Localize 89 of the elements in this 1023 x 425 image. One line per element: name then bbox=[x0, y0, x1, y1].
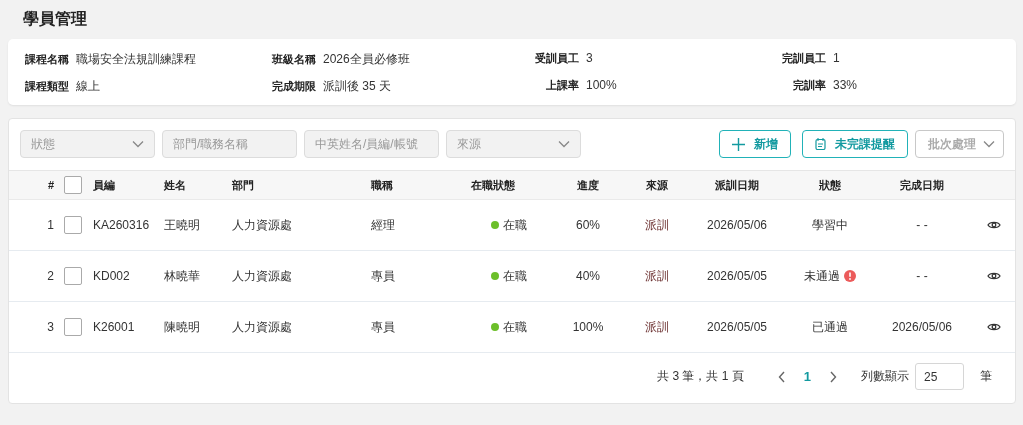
table-cell-text: 2026/05/06 bbox=[705, 218, 769, 232]
table-cell-text: 2026/05/05 bbox=[705, 320, 769, 334]
eye-icon[interactable] bbox=[987, 271, 1001, 281]
page-size-unit: 筆 bbox=[980, 368, 992, 385]
add-button[interactable]: 新增 bbox=[719, 130, 791, 158]
row-checkbox[interactable] bbox=[64, 216, 82, 234]
info-value: 3 bbox=[586, 51, 593, 65]
info-label: 課程名稱 bbox=[25, 52, 69, 67]
eye-icon[interactable] bbox=[987, 322, 1001, 332]
caret-icon bbox=[983, 140, 995, 148]
table-cell-text: - - bbox=[915, 269, 929, 283]
caret-icon bbox=[132, 140, 144, 148]
table-cell-text: 人力資源處 bbox=[232, 216, 293, 234]
table-cell-text: 專員 bbox=[371, 267, 396, 285]
previous-page-icon[interactable] bbox=[777, 370, 786, 383]
table-cell: 在職 bbox=[502, 216, 527, 234]
table-cell-text: 2026/05/06 bbox=[890, 320, 954, 334]
info-value: 2026全員必修班 bbox=[323, 51, 410, 68]
table-cell: 在職 bbox=[502, 267, 527, 285]
table-cell-text: 林曉華 bbox=[164, 267, 201, 285]
next-page-icon[interactable] bbox=[829, 370, 837, 383]
info-label: 完訓員工 bbox=[781, 51, 826, 66]
table-cell-text: 王曉明 bbox=[164, 216, 201, 234]
select-all-checkbox[interactable] bbox=[64, 176, 82, 194]
column-header: 派訓日期 bbox=[714, 177, 760, 193]
table-cell-text: 60% bbox=[575, 218, 601, 232]
info-label: 上課率 bbox=[545, 78, 579, 93]
table-cell: 學習中 bbox=[812, 216, 848, 234]
table-cell: 在職 bbox=[502, 318, 527, 336]
page-size-field[interactable]: 25 bbox=[915, 363, 964, 390]
pagination-summary: 共 3 筆，共 1 頁 bbox=[657, 368, 744, 385]
table-cell-text: 專員 bbox=[371, 318, 396, 336]
column-header: 職稱 bbox=[371, 177, 394, 193]
eye-icon[interactable] bbox=[987, 220, 1001, 230]
table-cell-text: 陳曉明 bbox=[164, 318, 201, 336]
info-label: 班級名稱 bbox=[272, 52, 316, 67]
filter-dropdown[interactable]: 狀態 bbox=[20, 130, 155, 158]
table-cell-text: 派訓 bbox=[644, 216, 670, 234]
info-label: 受訓員工 bbox=[534, 51, 579, 66]
table-cell-text: KA260316 bbox=[93, 218, 151, 232]
table-cell-text: KD002 bbox=[93, 269, 131, 283]
page-size-label: 列數顯示 bbox=[861, 368, 909, 385]
table-cell-text: K26001 bbox=[93, 320, 136, 334]
status-dot bbox=[490, 221, 499, 229]
table-cell: 已通過 bbox=[812, 318, 848, 336]
page-title: 學員管理 bbox=[23, 9, 87, 29]
info-label: 課程類型 bbox=[25, 79, 69, 94]
table-cell-text: 40% bbox=[575, 269, 601, 283]
info-value: 線上 bbox=[76, 78, 100, 95]
row-number: 3 bbox=[46, 320, 55, 334]
column-header: 進度 bbox=[576, 177, 600, 193]
row-checkbox[interactable] bbox=[64, 318, 82, 336]
status-dot bbox=[490, 323, 499, 331]
plus-icon bbox=[732, 137, 745, 151]
info-value: 派訓後 35 天 bbox=[323, 78, 391, 95]
table-cell-text: 2026/05/05 bbox=[705, 269, 769, 283]
table-cell-text: 經理 bbox=[371, 216, 396, 234]
caret-icon bbox=[558, 140, 570, 148]
table-cell-text: 人力資源處 bbox=[232, 267, 293, 285]
column-header: 姓名 bbox=[164, 177, 187, 193]
info-value: 1 bbox=[833, 51, 840, 65]
table-cell-text: 100% bbox=[571, 320, 605, 334]
column-header: 完成日期 bbox=[899, 177, 945, 193]
notepad-icon bbox=[815, 138, 826, 150]
info-value: 100% bbox=[586, 78, 617, 92]
info-label: 完訓率 bbox=[792, 78, 826, 93]
status-dot bbox=[490, 272, 499, 280]
column-header: # bbox=[46, 179, 55, 191]
row-number: 2 bbox=[46, 269, 55, 283]
row-number: 1 bbox=[46, 218, 55, 232]
reminder-button[interactable]: 未完課提醒 bbox=[802, 130, 908, 158]
info-value: 33% bbox=[833, 78, 858, 92]
table-cell: 未通過 bbox=[804, 267, 840, 285]
info-label: 完成期限 bbox=[272, 79, 316, 94]
column-header: 狀態 bbox=[818, 177, 842, 193]
table-cell-text: 派訓 bbox=[644, 267, 670, 285]
table-cell-text: 派訓 bbox=[644, 318, 670, 336]
filter-field[interactable]: 中英姓名/員編/帳號 bbox=[304, 130, 439, 158]
table-cell-text: - - bbox=[915, 218, 929, 232]
column-header: 員編 bbox=[93, 177, 116, 193]
row-checkbox[interactable] bbox=[64, 267, 82, 285]
filter-dropdown[interactable]: 來源 bbox=[446, 130, 581, 158]
filter-field[interactable]: 部門/職務名稱 bbox=[162, 130, 297, 158]
column-header: 來源 bbox=[645, 177, 669, 193]
table-cell-text: 人力資源處 bbox=[232, 318, 293, 336]
page-button[interactable]: 1 bbox=[797, 369, 817, 384]
column-header: 部門 bbox=[232, 177, 255, 193]
info-value: 職場安全法規訓練課程 bbox=[76, 51, 196, 68]
column-header: 在職狀態 bbox=[471, 177, 516, 193]
